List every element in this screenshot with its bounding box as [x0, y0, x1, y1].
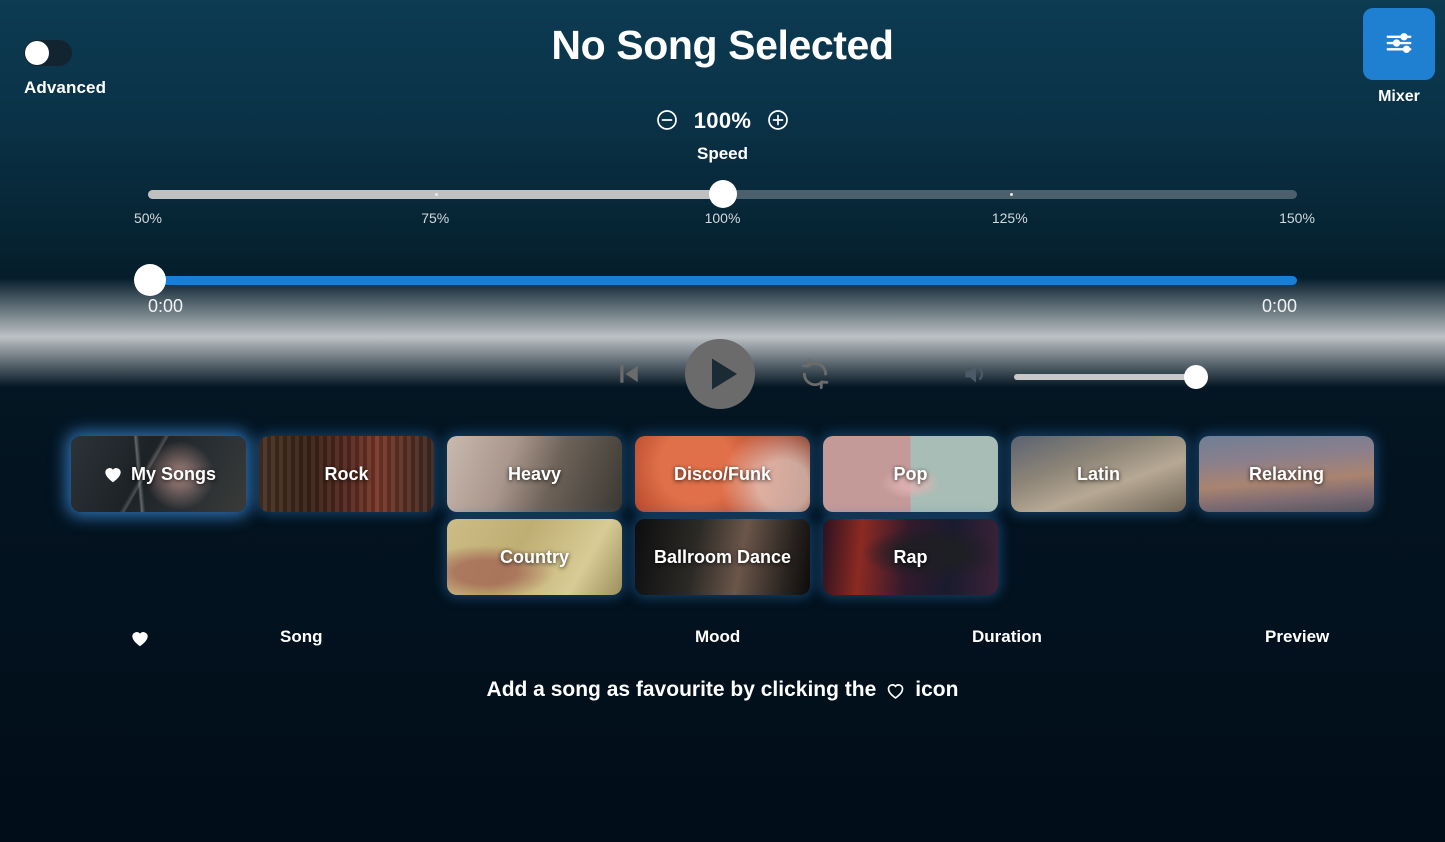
speed-tick-125 [1009, 193, 1013, 196]
speed-scale-75: 75% [421, 210, 450, 226]
mixer-button-group[interactable]: Mixer [1363, 8, 1435, 106]
sliders-icon [1384, 28, 1414, 61]
speed-value: 100% [693, 108, 752, 133]
time-row: 0:00 0:00 [148, 296, 1297, 317]
transport-controls [0, 338, 1445, 412]
loop-button[interactable] [795, 355, 835, 395]
genre-card-heavy[interactable]: Heavy [447, 436, 622, 512]
skip-previous-icon [614, 359, 644, 392]
genre-label: Country [500, 546, 569, 567]
previous-button[interactable] [611, 357, 647, 393]
empty-message-text-before: Add a song as favourite by clicking the [486, 678, 877, 701]
column-header-preview[interactable]: Preview [1265, 620, 1329, 654]
genre-card-pop[interactable]: Pop [823, 436, 998, 512]
genre-card-label-wrap: My Songs [101, 463, 216, 485]
mixer-label: Mixer [1378, 88, 1420, 105]
genre-card-latin[interactable]: Latin [1011, 436, 1186, 512]
genre-card-country[interactable]: Country [447, 519, 622, 595]
speed-slider-thumb[interactable] [708, 180, 737, 208]
current-time: 0:00 [148, 296, 184, 316]
genre-card-ballroom-dance[interactable]: Ballroom Dance [635, 519, 810, 595]
genre-label: Relaxing [1248, 463, 1325, 484]
empty-state-message: Add a song as favourite by clicking the … [0, 678, 1445, 702]
empty-message-text-after: icon [915, 678, 959, 701]
speed-slider[interactable] [148, 180, 1297, 208]
genre-card-disco-funk[interactable]: Disco/Funk [635, 436, 810, 512]
volume-slider-thumb[interactable] [1184, 364, 1208, 389]
page-title: No Song Selected [551, 22, 894, 68]
genre-label: Heavy [507, 463, 562, 484]
speed-scale-125: 125% [991, 210, 1028, 226]
volume-icon[interactable] [960, 358, 992, 395]
column-header-duration[interactable]: Duration [972, 620, 1042, 654]
minus-circle-icon [655, 108, 679, 135]
speed-label: Speed [696, 144, 749, 163]
volume-slider[interactable] [1014, 364, 1208, 389]
genre-row-1: My Songs Rock Heavy Disco/Funk Pop Latin… [60, 436, 1385, 512]
speed-decrease-button[interactable] [654, 108, 680, 134]
genre-label: Rap [893, 546, 928, 567]
genre-row-2: Country Ballroom Dance Rap [60, 519, 1385, 595]
speed-scale-150: 150% [1279, 210, 1315, 226]
speed-scale-100: 100% [704, 210, 741, 226]
progress-slider-track[interactable] [148, 276, 1297, 285]
advanced-toggle-label: Advanced [24, 78, 107, 97]
genre-label: Rock [324, 463, 369, 484]
genre-label: My Songs [130, 463, 216, 484]
genre-label: Pop [893, 463, 928, 484]
mixer-button[interactable] [1363, 8, 1435, 80]
heart-outline-icon [884, 678, 907, 702]
genre-card-rock[interactable]: Rock [259, 436, 434, 512]
total-time: 0:00 [1261, 296, 1297, 316]
genre-label: Disco/Funk [673, 463, 771, 484]
speed-controls: 100% [0, 108, 1445, 134]
genre-card-rap[interactable]: Rap [823, 519, 998, 595]
song-table-header: Song Mood Duration Preview [0, 620, 1445, 654]
volume-controls [960, 358, 1208, 395]
progress-slider[interactable] [134, 264, 1297, 296]
heart-filled-icon[interactable] [128, 620, 152, 654]
genre-label: Ballroom Dance [653, 546, 792, 567]
volume-slider-track[interactable] [1014, 373, 1204, 380]
play-icon [684, 338, 755, 412]
column-header-mood[interactable]: Mood [695, 620, 740, 654]
genre-label: Latin [1077, 463, 1120, 484]
speed-scale-50: 50% [133, 210, 163, 226]
heart-filled-icon [101, 463, 125, 485]
progress-slider-thumb[interactable] [134, 264, 166, 296]
speed-increase-button[interactable] [765, 108, 791, 134]
column-header-song[interactable]: Song [280, 620, 323, 654]
speed-scale: 50% 75% 100% 125% 150% [126, 210, 1319, 226]
genre-card-relaxing[interactable]: Relaxing [1199, 436, 1374, 512]
genre-cards: My Songs Rock Heavy Disco/Funk Pop Latin… [60, 436, 1385, 602]
genre-card-my-songs[interactable]: My Songs [71, 436, 246, 512]
plus-circle-icon [766, 108, 790, 135]
play-button[interactable] [684, 338, 755, 412]
repeat-icon [798, 357, 832, 394]
